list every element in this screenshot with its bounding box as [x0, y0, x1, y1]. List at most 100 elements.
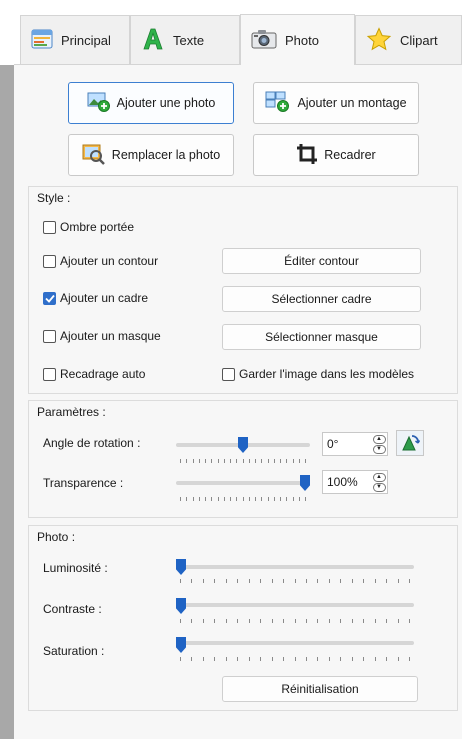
- saturation-ticks: [180, 657, 410, 662]
- tick-mark: [397, 579, 399, 583]
- rotation-ticks: [180, 459, 306, 464]
- rotation-spin-arrows[interactable]: ▲ ▼: [371, 433, 387, 455]
- saturation-slider[interactable]: [176, 641, 414, 645]
- tick-mark: [205, 497, 206, 501]
- tick-mark: [198, 497, 200, 501]
- crop-button[interactable]: Recadrer: [253, 134, 419, 176]
- tick-mark: [280, 459, 281, 463]
- tick-mark: [236, 459, 238, 463]
- tick-mark: [260, 619, 262, 623]
- tick-mark: [191, 619, 193, 623]
- transparency-spinbox[interactable]: 100% ▲ ▼: [322, 470, 388, 494]
- add-frame-checkbox[interactable]: Ajouter un cadre: [43, 291, 148, 305]
- add-mask-checkbox[interactable]: Ajouter un masque: [43, 329, 161, 343]
- tick-mark: [409, 657, 410, 661]
- tick-mark: [328, 579, 330, 583]
- tick-mark: [298, 497, 300, 501]
- tick-mark: [374, 657, 376, 661]
- checkmark-icon: [44, 294, 55, 303]
- tick-mark: [186, 459, 188, 463]
- drop-shadow-checkbox[interactable]: Ombre portée: [43, 220, 134, 234]
- tick-mark: [328, 619, 330, 623]
- keep-in-templates-checkbox[interactable]: Garder l'image dans les modèles: [222, 367, 414, 381]
- tick-mark: [267, 497, 269, 501]
- edit-outline-button[interactable]: Éditer contour: [222, 248, 421, 274]
- brightness-label: Luminosité :: [43, 561, 108, 575]
- tick-mark: [255, 459, 256, 463]
- letter-a-icon: [141, 27, 165, 54]
- tick-mark: [409, 619, 410, 623]
- transparency-label: Transparence :: [43, 476, 124, 490]
- rotation-spinbox[interactable]: 0° ▲ ▼: [322, 432, 388, 456]
- checkbox-box: [43, 220, 56, 234]
- keep-in-templates-label: Garder l'image dans les modèles: [239, 367, 415, 381]
- brightness-slider[interactable]: [176, 565, 414, 569]
- contrast-slider[interactable]: [176, 603, 414, 607]
- spin-up-icon[interactable]: ▲: [372, 434, 386, 444]
- tab-principal[interactable]: Principal: [20, 15, 130, 64]
- select-mask-button[interactable]: Sélectionner masque: [222, 324, 421, 350]
- tab-texte[interactable]: Texte: [130, 15, 240, 64]
- tick-mark: [225, 619, 227, 623]
- tick-mark: [280, 497, 281, 501]
- auto-crop-label: Recadrage auto: [60, 367, 146, 381]
- add-photo-icon: [87, 91, 111, 116]
- replace-photo-button[interactable]: Remplacer la photo: [68, 134, 234, 176]
- tick-mark: [192, 459, 194, 463]
- tick-mark: [271, 619, 273, 623]
- select-frame-button[interactable]: Sélectionner cadre: [222, 286, 421, 312]
- tick-mark: [294, 619, 296, 623]
- tick-mark: [386, 619, 388, 623]
- tick-mark: [191, 657, 193, 661]
- tick-mark: [248, 459, 250, 463]
- tick-mark: [248, 497, 250, 501]
- style-title: Style :: [37, 191, 71, 205]
- tick-mark: [248, 579, 250, 583]
- tick-mark: [374, 579, 376, 583]
- tick-mark: [317, 579, 319, 583]
- transparency-value: 100%: [327, 475, 358, 489]
- contrast-ticks: [180, 619, 410, 624]
- tick-mark: [237, 657, 239, 661]
- tab-photo[interactable]: Photo: [240, 14, 355, 65]
- add-montage-icon: [265, 91, 291, 116]
- tick-mark: [271, 657, 273, 661]
- tick-mark: [261, 497, 263, 501]
- tick-mark: [374, 619, 376, 623]
- spin-down-icon[interactable]: ▼: [372, 482, 386, 492]
- tick-mark: [180, 619, 181, 623]
- add-photo-button[interactable]: Ajouter une photo: [68, 82, 234, 124]
- tick-mark: [237, 619, 239, 623]
- tab-clipart[interactable]: Clipart: [355, 15, 462, 64]
- tick-mark: [294, 579, 296, 583]
- tick-mark: [273, 459, 275, 463]
- tick-mark: [223, 459, 225, 463]
- tick-mark: [223, 497, 225, 501]
- tab-texte-label: Texte: [173, 32, 205, 48]
- checkbox-box-checked: [43, 291, 56, 305]
- rotate-button[interactable]: [396, 430, 424, 456]
- tick-mark: [340, 657, 342, 661]
- tick-mark: [242, 459, 244, 463]
- spin-down-icon[interactable]: ▼: [372, 444, 386, 454]
- tick-mark: [214, 579, 216, 583]
- tick-mark: [317, 619, 319, 623]
- checkbox-box: [43, 254, 56, 268]
- add-outline-checkbox[interactable]: Ajouter un contour: [43, 254, 158, 268]
- tick-mark: [292, 497, 294, 501]
- transparency-slider[interactable]: [176, 481, 310, 485]
- tick-mark: [351, 657, 353, 661]
- reset-button[interactable]: Réinitialisation: [222, 676, 418, 702]
- auto-crop-checkbox[interactable]: Recadrage auto: [43, 367, 145, 381]
- tick-mark: [386, 579, 388, 583]
- spin-up-icon[interactable]: ▲: [372, 472, 386, 482]
- tick-mark: [397, 619, 399, 623]
- tick-mark: [202, 619, 204, 623]
- tick-mark: [248, 619, 250, 623]
- tick-mark: [351, 579, 353, 583]
- tick-mark: [286, 497, 288, 501]
- tick-mark: [340, 619, 342, 623]
- transparency-spin-arrows[interactable]: ▲ ▼: [371, 471, 387, 493]
- tick-mark: [294, 657, 296, 661]
- add-montage-button[interactable]: Ajouter un montage: [253, 82, 419, 124]
